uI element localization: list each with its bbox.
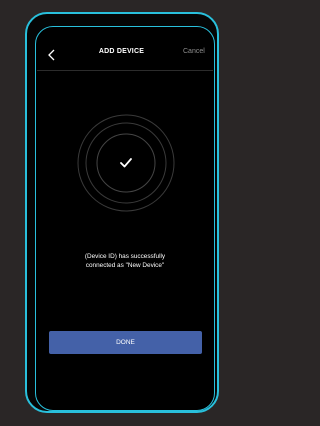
header-divider <box>37 70 213 71</box>
page-title: ADD DEVICE <box>98 48 145 55</box>
inner-ring <box>96 133 156 193</box>
cancel-button[interactable]: Cancel <box>183 48 205 55</box>
success-message-line-2: connected as "New Device" <box>85 261 165 269</box>
success-message-line-1: (Device ID) has successfully <box>84 253 166 260</box>
done-button[interactable]: DONE <box>49 331 202 354</box>
middle-ring <box>85 122 167 204</box>
success-message: (Device ID) has successfully connected a… <box>55 253 195 270</box>
success-rings <box>77 114 175 212</box>
outer-ring <box>77 114 175 212</box>
checkmark-icon <box>120 158 132 168</box>
